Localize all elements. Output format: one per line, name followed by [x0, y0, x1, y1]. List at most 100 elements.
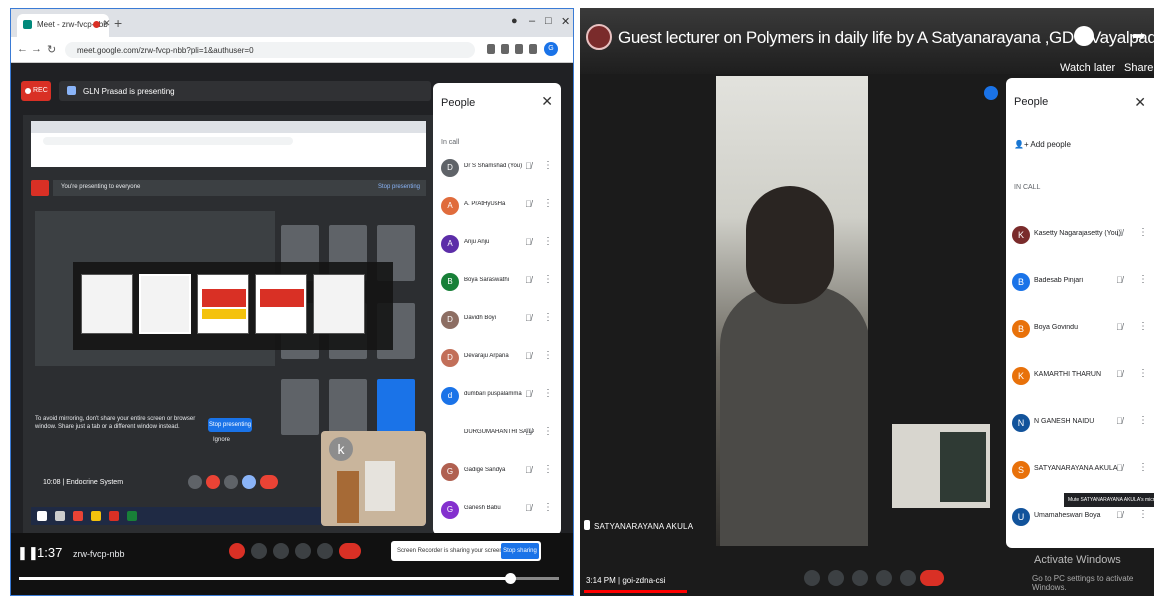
more-options-icon[interactable]: ⋮ [543, 160, 553, 171]
mic-muted-icon[interactable]: 🎙̸ [525, 275, 532, 285]
stop-presenting-button[interactable]: Stop presenting [208, 418, 252, 432]
more-options-icon[interactable]: ⋮ [543, 236, 553, 247]
mic-muted-icon[interactable]: 🎙̸ [1116, 463, 1123, 473]
start-icon[interactable] [37, 511, 47, 521]
present-button[interactable] [273, 543, 289, 559]
participant-row[interactable]: A A. PrAtHyUsHa 🎙̸ ⋮ [433, 189, 561, 225]
mic-muted-icon[interactable]: 🎙̸ [1116, 369, 1123, 379]
mic-muted-icon[interactable]: 🎙̸ [1116, 510, 1123, 520]
play-pause-icon[interactable]: ❚❚ [17, 545, 39, 561]
close-icon[interactable]: ✕ [541, 93, 553, 110]
participant-row[interactable]: G Gadige Sandya 🎙̸ ⋮ [433, 455, 561, 491]
more-options-icon[interactable]: ⋮ [543, 426, 553, 437]
mic-muted-icon[interactable]: 🎙̸ [525, 161, 532, 171]
star-icon[interactable] [501, 44, 509, 54]
minimize-icon[interactable]: – [529, 15, 535, 27]
shared-stop-link[interactable]: Stop presenting [378, 184, 420, 190]
participant-row[interactable]: d dumbari puspalamma 🎙̸ ⋮ [433, 379, 561, 415]
more-options-icon[interactable]: ⋮ [1138, 274, 1148, 285]
mic-muted-icon[interactable]: 🎙̸ [525, 465, 532, 475]
end-call-button[interactable] [920, 570, 944, 586]
participant-row[interactable]: K Kasetty Nagarajasetty (You) 🎙̸ ⋮ [1006, 218, 1154, 264]
present-button[interactable] [242, 475, 256, 489]
mic-button[interactable] [188, 475, 202, 489]
participant-row[interactable]: N N GANESH NAIDU 🎙̸ ⋮ [1006, 406, 1154, 452]
more-options-icon[interactable]: ⋮ [543, 388, 553, 399]
mic-muted-icon[interactable]: 🎙̸ [525, 199, 532, 209]
close-window-icon[interactable]: ✕ [561, 15, 570, 28]
mic-muted-icon[interactable]: 🎙̸ [525, 427, 532, 437]
more-options-icon[interactable]: ⋮ [1138, 227, 1148, 238]
seek-handle[interactable] [505, 573, 517, 584]
stop-sharing-button[interactable]: Stop sharing [501, 543, 539, 559]
participant-row[interactable]: B Boya Saraswathi 🎙̸ ⋮ [433, 265, 561, 301]
account-dot-icon[interactable]: ● [511, 15, 518, 27]
mic-muted-icon[interactable]: 🎙̸ [1116, 275, 1123, 285]
excel-icon[interactable] [127, 511, 137, 521]
captions-button[interactable] [251, 543, 267, 559]
youtube-progress-bar[interactable] [584, 590, 688, 593]
participant-row[interactable]: D Dr S Shamshad (You) 🎙̸ ⋮ [433, 151, 561, 187]
forward-icon[interactable]: → [31, 43, 42, 55]
mic-muted-icon[interactable]: 🎙̸ [525, 313, 532, 323]
back-icon[interactable]: ← [17, 43, 28, 55]
mic-icon[interactable] [515, 44, 523, 54]
chrome-icon[interactable] [73, 511, 83, 521]
window-thumbnail[interactable] [313, 274, 365, 334]
participant-row[interactable]: G Ganesh Babu 🎙̸ ⋮ [433, 493, 561, 529]
mic-muted-icon[interactable]: 🎙̸ [525, 351, 532, 361]
more-options-icon[interactable]: ⋮ [543, 198, 553, 209]
camera-icon[interactable] [487, 44, 495, 54]
more-options-icon[interactable]: ⋮ [1138, 462, 1148, 473]
mic-off-button[interactable] [229, 543, 245, 559]
more-button[interactable] [317, 543, 333, 559]
more-options-icon[interactable]: ⋮ [543, 312, 553, 323]
watch-later-label[interactable]: Watch later [1060, 62, 1115, 74]
captions-button[interactable] [828, 570, 844, 586]
watch-later-icon[interactable] [1074, 26, 1094, 46]
hand-button[interactable] [224, 475, 238, 489]
mic-muted-icon[interactable]: 🎙̸ [525, 237, 532, 247]
more-options-icon[interactable]: ⋮ [543, 502, 553, 513]
more-options-icon[interactable]: ⋮ [1138, 321, 1148, 332]
mic-muted-icon[interactable]: 🎙̸ [1116, 322, 1123, 332]
more-options-icon[interactable]: ⋮ [543, 350, 553, 361]
more-button[interactable] [900, 570, 916, 586]
participant-row[interactable]: A Anju Anju 🎙̸ ⋮ [433, 227, 561, 263]
channel-avatar[interactable] [586, 24, 612, 50]
participant-row[interactable]: B Boya Govindu 🎙̸ ⋮ [1006, 312, 1154, 358]
share-label[interactable]: Share [1124, 62, 1153, 74]
mic-muted-icon[interactable]: 🎙̸ [1116, 416, 1123, 426]
window-thumbnail[interactable] [81, 274, 133, 334]
end-call-button[interactable] [260, 475, 278, 489]
new-tab-icon[interactable]: + [114, 15, 122, 31]
more-options-icon[interactable]: ⋮ [543, 464, 553, 475]
camera-button[interactable] [206, 475, 220, 489]
participant-row[interactable]: DURGUMAHANTHI SAILA... 🎙̸ ⋮ [433, 417, 561, 453]
add-people-button[interactable]: 👤+ Add people [1014, 140, 1071, 149]
present-button[interactable] [852, 570, 868, 586]
browser-tab[interactable]: Meet - zrw-fvcp-nbb ✕ [17, 14, 111, 37]
end-call-button[interactable] [339, 543, 361, 559]
participant-row[interactable]: D Davidh Boyi 🎙̸ ⋮ [433, 303, 561, 339]
more-options-icon[interactable]: ⋮ [1138, 509, 1148, 520]
more-options-icon[interactable]: ⋮ [1138, 368, 1148, 379]
explorer-icon[interactable] [91, 511, 101, 521]
url-field[interactable]: meet.google.com/zrw-fvcp-nbb?pli=1&authu… [65, 42, 475, 58]
window-thumbnail[interactable] [139, 274, 191, 334]
close-tab-icon[interactable]: ✕ [103, 18, 111, 29]
search-icon[interactable] [55, 511, 65, 521]
profile-avatar[interactable]: G [544, 42, 558, 56]
participant-row[interactable]: B Badesab Pinjari 🎙̸ ⋮ [1006, 265, 1154, 311]
window-thumbnail[interactable] [197, 274, 249, 334]
share-icon[interactable]: ➦ [1132, 26, 1145, 46]
ignore-link[interactable]: Ignore [213, 437, 230, 443]
more-options-icon[interactable]: ⋮ [543, 274, 553, 285]
mic-muted-icon[interactable]: 🎙̸ [525, 389, 532, 399]
mic-muted-icon[interactable]: 🎙̸ [1116, 228, 1123, 238]
mic-muted-icon[interactable]: 🎙̸ [525, 503, 532, 513]
participant-row[interactable]: D Devaraju Arpana 🎙̸ ⋮ [433, 341, 561, 377]
participant-row[interactable]: K KAMARTHI THARUN 🎙̸ ⋮ [1006, 359, 1154, 405]
window-thumbnail[interactable] [255, 274, 307, 334]
maximize-icon[interactable]: □ [545, 15, 552, 27]
